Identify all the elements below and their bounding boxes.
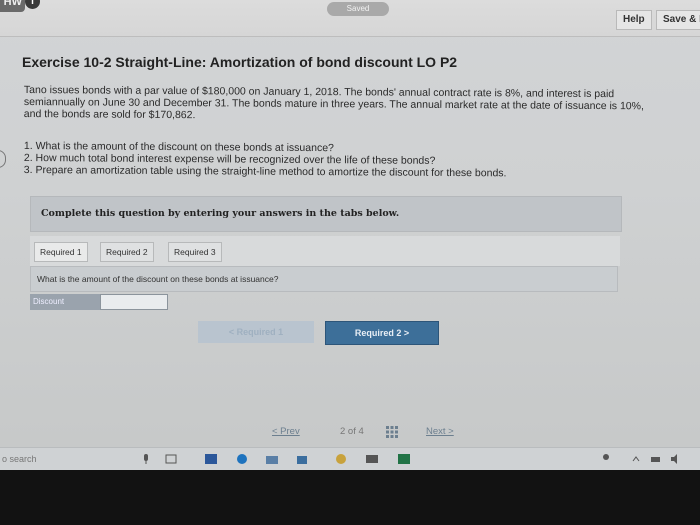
- chrome-icon[interactable]: [335, 453, 347, 465]
- save-exit-button[interactable]: Save & E: [656, 10, 700, 30]
- speaker-icon[interactable]: [670, 453, 682, 465]
- top-bar: HW i Saved Help Save & E: [0, 0, 700, 37]
- taskbar: o search: [0, 447, 700, 470]
- tab-required-3[interactable]: Required 3: [168, 242, 222, 262]
- people-icon[interactable]: [600, 453, 612, 465]
- browser-screen: HW i Saved Help Save & E Exercise 10-2 S…: [0, 0, 700, 470]
- next-required-button[interactable]: Required 2 >: [325, 321, 439, 345]
- question-item: 3. Prepare an amortization table using t…: [23, 163, 507, 180]
- question-panel: What is the amount of the discount on th…: [30, 266, 618, 292]
- file-explorer-icon[interactable]: [266, 453, 278, 465]
- discount-input[interactable]: [100, 294, 168, 310]
- question-list: 1. What is the amount of the discount on…: [24, 140, 507, 179]
- prev-required-button[interactable]: < Required 1: [198, 321, 314, 343]
- discount-label: Discount: [30, 294, 103, 310]
- exercise-title: Exercise 10-2 Straight-Line: Amortizatio…: [22, 54, 458, 70]
- microphone-icon[interactable]: [140, 453, 152, 465]
- info-icon[interactable]: i: [25, 0, 40, 9]
- pager: < Prev 2 of 4 Next >: [270, 426, 500, 440]
- excel-icon[interactable]: [398, 453, 410, 465]
- tab-bar: Required 1 Required 2 Required 3: [30, 236, 620, 266]
- mail-icon[interactable]: [366, 453, 378, 465]
- problem-text: Tano issues bonds with a par value of $1…: [23, 84, 644, 122]
- word-icon[interactable]: [205, 453, 217, 465]
- panel-question: What is the amount of the discount on th…: [37, 274, 279, 284]
- battery-icon[interactable]: [650, 453, 662, 465]
- task-view-icon[interactable]: [165, 453, 177, 465]
- instructions-text: Complete this question by entering your …: [41, 208, 400, 219]
- chevron-up-icon[interactable]: [630, 453, 642, 465]
- edge-icon[interactable]: [236, 453, 248, 465]
- taskbar-search[interactable]: o search: [2, 454, 37, 464]
- prev-link[interactable]: < Prev: [272, 426, 300, 437]
- store-icon[interactable]: [296, 453, 308, 465]
- saved-status: Saved: [327, 2, 389, 16]
- tab-required-2[interactable]: Required 2: [100, 242, 154, 262]
- side-marker: [0, 150, 6, 168]
- hw-tab[interactable]: HW: [0, 0, 25, 12]
- monitor-bezel: [0, 470, 700, 525]
- instructions-banner: Complete this question by entering your …: [30, 196, 622, 232]
- grid-icon[interactable]: [386, 426, 398, 438]
- next-link[interactable]: Next >: [426, 426, 454, 437]
- tab-required-1[interactable]: Required 1: [34, 242, 88, 262]
- help-button[interactable]: Help: [616, 10, 652, 30]
- page-indicator: 2 of 4: [340, 426, 364, 437]
